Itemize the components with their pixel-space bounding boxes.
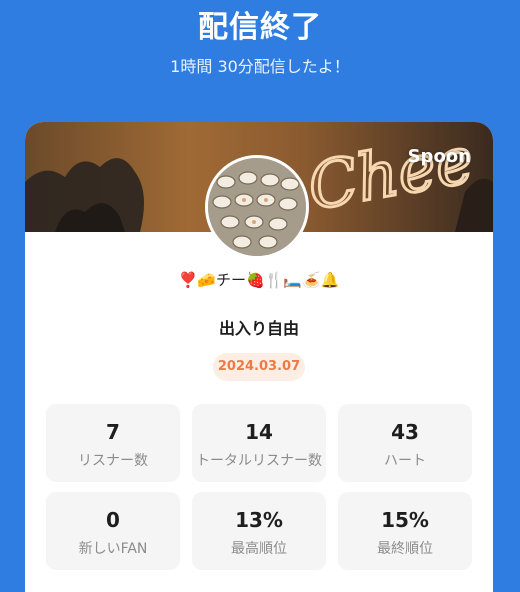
spoon-logo: Spoon <box>407 146 471 167</box>
stat-listeners: 7 リスナー数 <box>46 404 180 482</box>
stat-value: 15% <box>381 508 429 532</box>
stat-label: トータルリスナー数 <box>196 453 322 469</box>
stat-value: 0 <box>106 508 120 532</box>
stat-label: 最高順位 <box>231 541 287 557</box>
date-badge: 2024.03.07 <box>213 353 305 381</box>
stat-value: 13% <box>235 508 283 532</box>
summary-card: Chee Spoon ❣️🧀チー🍓🍴🛏️🍝🔔 出入り自由 2024.03.07 <box>25 122 493 592</box>
profile-tagline: ❣️🧀チー🍓🍴🛏️🍝🔔 <box>178 271 340 289</box>
stat-total-listeners: 14 トータルリスナー数 <box>192 404 326 482</box>
stat-highest-rank: 13% 最高順位 <box>192 492 326 570</box>
broadcast-duration: 1時間 30分配信したよ！ <box>170 57 350 76</box>
room-title: 出入り自由 <box>218 319 299 338</box>
stat-label: 最終順位 <box>377 541 433 557</box>
stat-label: リスナー数 <box>78 453 148 469</box>
stat-value: 14 <box>245 420 273 444</box>
stat-hearts: 43 ハート <box>338 404 472 482</box>
stat-value: 43 <box>391 420 419 444</box>
avatar <box>205 155 309 259</box>
page-title: 配信終了 <box>198 10 322 45</box>
stats-grid: 7 リスナー数 14 トータルリスナー数 43 ハート 0 新しいFAN 13%… <box>46 404 472 570</box>
stat-label: ハート <box>384 453 426 469</box>
stat-value: 7 <box>106 420 120 444</box>
stat-new-fans: 0 新しいFAN <box>46 492 180 570</box>
avatar-image <box>208 158 306 256</box>
neon-sign-text: Chee <box>303 123 479 225</box>
stat-final-rank: 15% 最終順位 <box>338 492 472 570</box>
stat-label: 新しいFAN <box>78 541 148 557</box>
